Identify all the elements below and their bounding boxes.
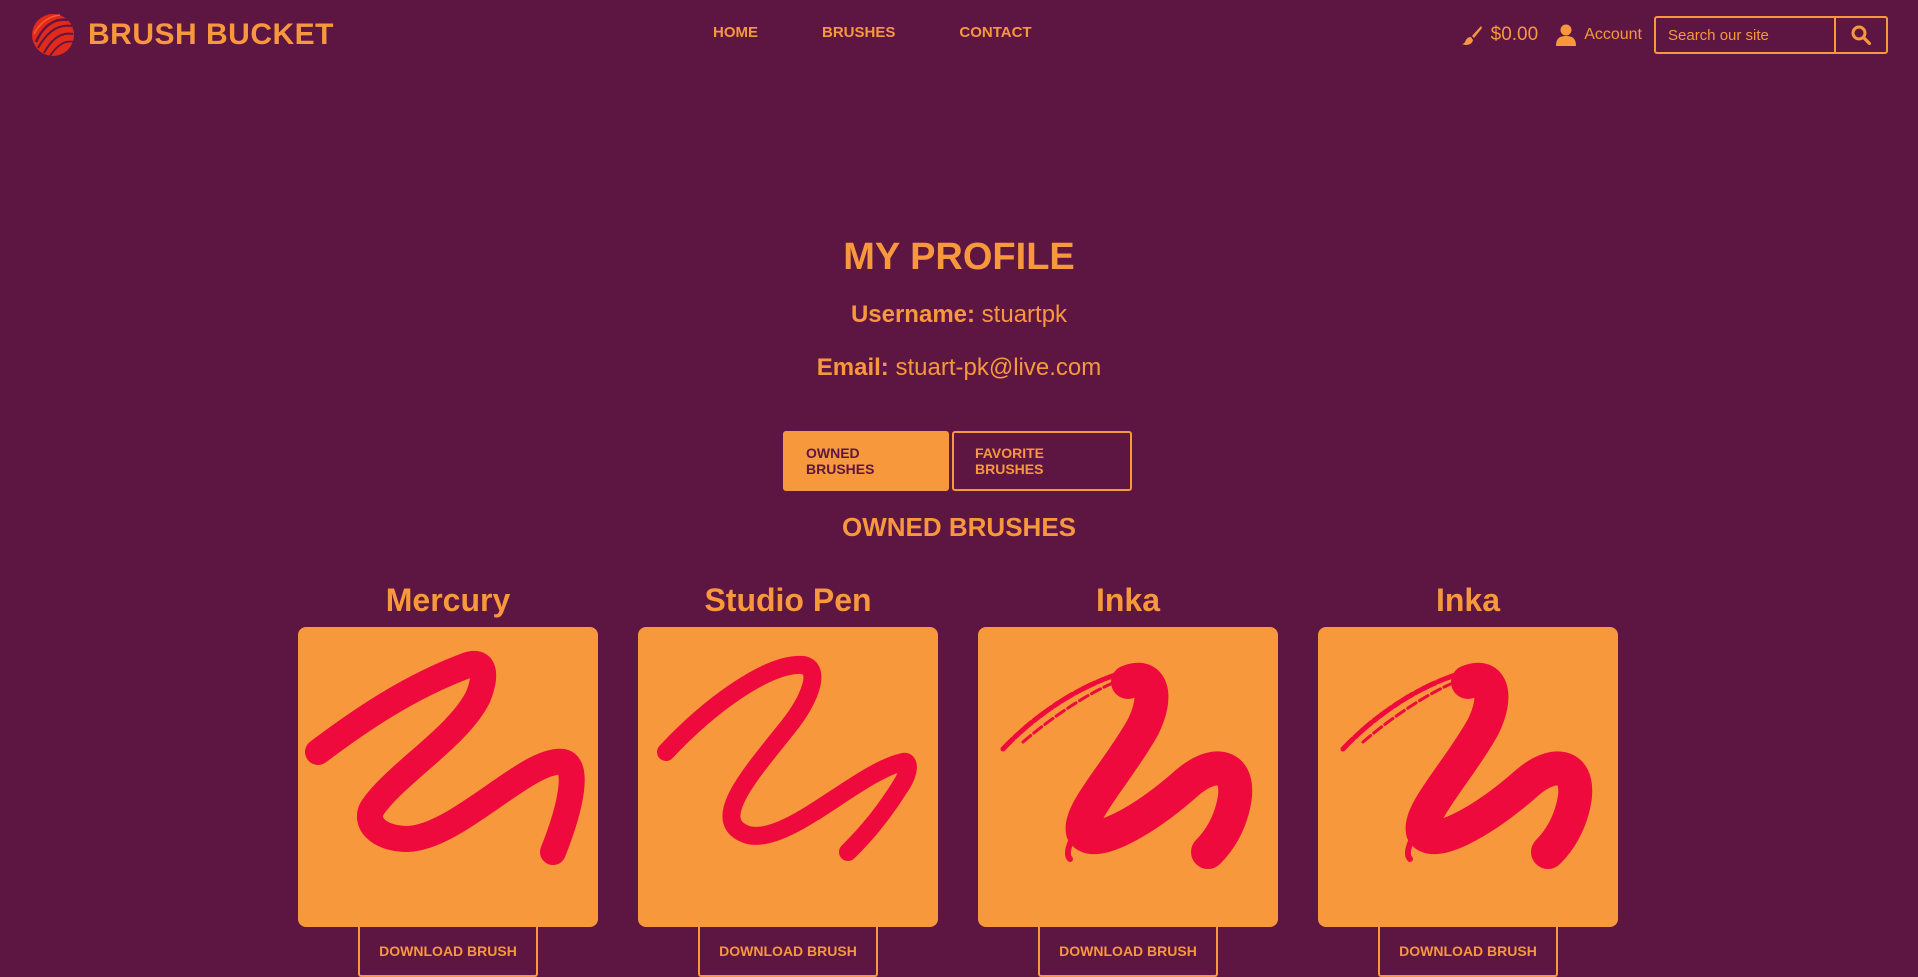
brush-card: Inka DOWNLOAD BRUSH: [978, 578, 1278, 977]
brush-card: Mercury DOWNLOAD BRUSH: [298, 578, 598, 977]
profile-section: MY PROFILE Username: stuartpk Email: stu…: [0, 232, 1918, 383]
brush-tabs: OWNED BRUSHES FAVORITE BRUSHES: [783, 431, 1132, 491]
cart-link[interactable]: $0.00: [1461, 24, 1539, 46]
brand-name: BRUSH BUCKET: [88, 18, 334, 51]
brush-preview-image[interactable]: [978, 627, 1278, 927]
tab-owned-brushes[interactable]: OWNED BRUSHES: [783, 431, 949, 491]
brush-stroke-preview: [1000, 662, 1253, 869]
username-value: stuartpk: [981, 301, 1068, 328]
page-title: MY PROFILE: [843, 236, 1075, 278]
brush-bucket-logo-icon: [32, 14, 75, 57]
brush-name: Inka: [1095, 582, 1161, 618]
search-box: [1654, 16, 1888, 54]
email-value: stuart-pk@live.com: [895, 354, 1102, 381]
brand-link[interactable]: BRUSH BUCKET: [30, 12, 334, 58]
paintbrush-icon: [1461, 26, 1482, 45]
brush-stroke-preview: [1340, 662, 1593, 869]
top-navigation-bar: BRUSH BUCKET HOME BRUSHES CONTACT $0.00 …: [0, 0, 1918, 70]
search-icon: [1851, 25, 1871, 45]
search-button[interactable]: [1836, 18, 1886, 52]
main-nav: HOME BRUSHES CONTACT: [713, 24, 1032, 41]
download-brush-button[interactable]: DOWNLOAD BRUSH: [698, 927, 878, 977]
download-brush-button[interactable]: DOWNLOAD BRUSH: [358, 927, 538, 977]
download-brush-button[interactable]: DOWNLOAD BRUSH: [1038, 927, 1218, 977]
brush-card: Inka DOWNLOAD BRUSH: [1318, 578, 1618, 977]
brush-name: Mercury: [385, 582, 511, 618]
nav-home[interactable]: HOME: [713, 24, 758, 41]
brush-name: Studio Pen: [704, 582, 872, 618]
brush-stroke-preview: [305, 650, 585, 865]
brush-preview-image[interactable]: [638, 627, 938, 927]
username-label: Username:: [850, 301, 975, 328]
brush-grid: Mercury DOWNLOAD BRUSH Studio Pen DOWNLO…: [298, 578, 1618, 977]
nav-brushes[interactable]: BRUSHES: [822, 24, 895, 41]
search-input[interactable]: [1656, 18, 1836, 52]
brush-preview-image[interactable]: [298, 627, 598, 927]
section-heading: OWNED BRUSHES: [841, 512, 1076, 542]
cart-total: $0.00: [1490, 24, 1539, 45]
nav-contact[interactable]: CONTACT: [959, 24, 1031, 41]
email-label: Email:: [816, 354, 889, 381]
username-row: Username: stuartpk: [0, 300, 1918, 330]
account-link[interactable]: Account: [1556, 24, 1642, 46]
tab-favorite-brushes[interactable]: FAVORITE BRUSHES: [952, 431, 1132, 491]
account-label: Account: [1584, 26, 1642, 43]
brush-preview-image[interactable]: [1318, 627, 1618, 927]
user-icon: [1556, 24, 1577, 46]
email-row: Email: stuart-pk@live.com: [0, 353, 1918, 383]
brush-name: Inka: [1435, 582, 1501, 618]
download-brush-button[interactable]: DOWNLOAD BRUSH: [1378, 927, 1558, 977]
header-tools: $0.00 Account: [1461, 16, 1888, 54]
brush-card: Studio Pen DOWNLOAD BRUSH: [638, 578, 938, 977]
brush-stroke-preview: [657, 655, 917, 861]
